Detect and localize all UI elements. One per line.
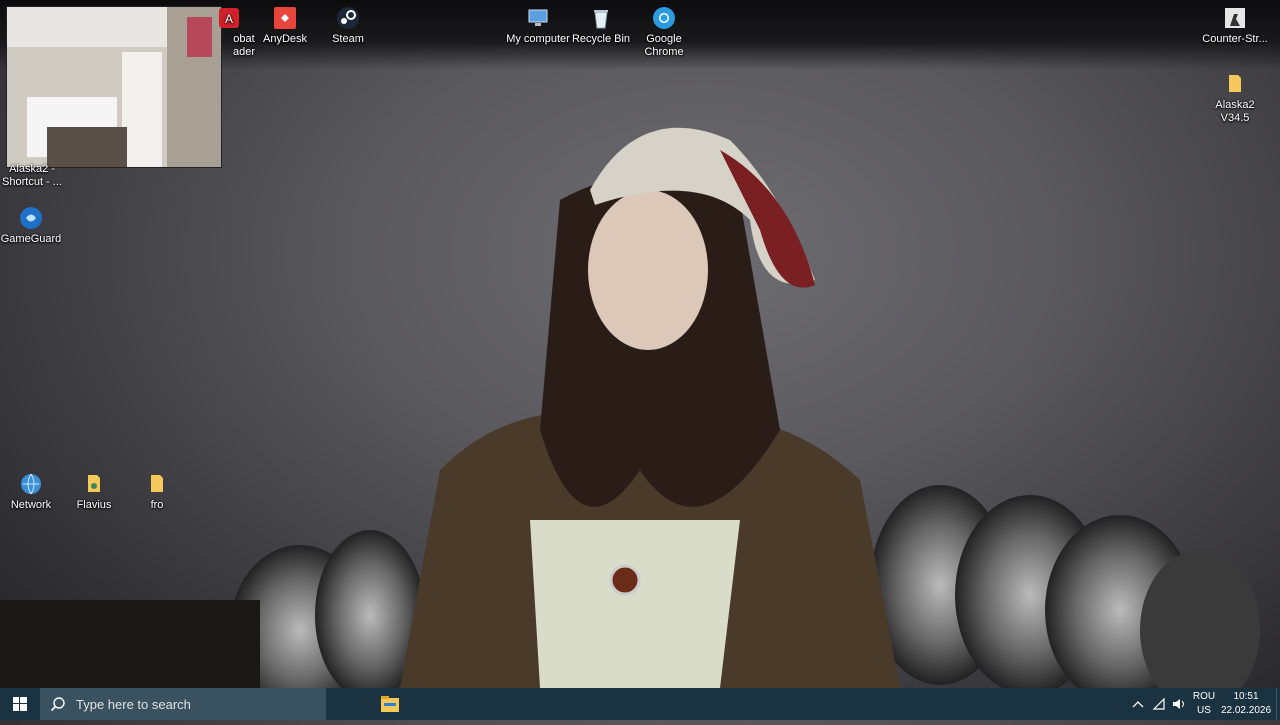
anydesk-label: AnyDesk (262, 33, 308, 45)
start-button[interactable] (0, 688, 40, 720)
flavius-label: Flavius (76, 499, 112, 511)
show-desktop-button[interactable] (1276, 688, 1280, 720)
tray-overflow[interactable] (1130, 688, 1146, 720)
taskbar: ROU US 10:51 22.02.2026 (0, 688, 1280, 720)
clock-time: 10:51 (1233, 691, 1259, 702)
language-code: ROU (1192, 691, 1216, 702)
network-shortcut[interactable]: Network (0, 472, 66, 512)
alaska2-folder[interactable]: Alaska2 V34.5 (1200, 72, 1270, 125)
search-icon (50, 696, 66, 712)
taskbar-search-box[interactable] (40, 688, 326, 720)
recycle-bin-label: Recycle Bin (571, 33, 631, 45)
clock-date: 22.02.2026 (1220, 705, 1272, 716)
svg-text:A: A (225, 12, 233, 26)
taskbar-file-explorer[interactable] (376, 688, 404, 720)
google-chrome-shortcut[interactable]: Google Chrome (629, 6, 699, 59)
fro-label: fro (150, 499, 164, 511)
recycle-bin-icon (589, 6, 613, 30)
chrome-icon (652, 6, 676, 30)
counter-strike-icon (1223, 6, 1247, 30)
alaska2-shortcut[interactable]: Alaska2 - Shortcut - ... (0, 163, 68, 189)
language-indicator[interactable]: ROU US (1190, 690, 1218, 718)
taskbar-clock[interactable]: 10:51 22.02.2026 (1218, 690, 1274, 718)
gameguard-shortcut[interactable]: GameGuard (0, 206, 66, 246)
steam-shortcut[interactable]: Steam (313, 6, 383, 46)
tray-volume[interactable] (1170, 688, 1188, 720)
tray-network[interactable] (1150, 688, 1168, 720)
google-chrome-label: Google Chrome (644, 33, 684, 58)
windows-logo-icon (13, 697, 27, 711)
keyboard-layout: US (1197, 705, 1211, 716)
user-folder-icon (82, 472, 106, 496)
counter-strike-label: Counter-Str... (1202, 33, 1268, 45)
anydesk-shortcut[interactable]: AnyDesk (250, 6, 320, 46)
gameguard-label: GameGuard (0, 233, 62, 245)
my-computer-label: My computer (506, 33, 570, 45)
my-computer-shortcut[interactable]: My computer (503, 6, 573, 46)
wifi-icon (1152, 697, 1165, 710)
flavius-folder[interactable]: Flavius (59, 472, 129, 512)
folder-icon (1223, 72, 1247, 96)
anydesk-icon (273, 6, 297, 30)
webcam-overlay (6, 6, 222, 168)
chevron-up-icon (1132, 701, 1144, 708)
alaska2-shortcut-label: Alaska2 - Shortcut - ... (2, 163, 62, 188)
fro-folder[interactable]: fro (122, 472, 192, 512)
steam-icon (336, 6, 360, 30)
folder-icon (145, 472, 169, 496)
search-input[interactable] (74, 695, 308, 713)
network-label: Network (10, 499, 52, 511)
volume-icon (1173, 699, 1184, 709)
file-explorer-icon (381, 696, 399, 712)
alaska2-folder-label: Alaska2 V34.5 (1215, 99, 1255, 124)
steam-label: Steam (332, 33, 364, 45)
gameguard-icon (19, 206, 43, 230)
counter-strike-shortcut[interactable]: Counter-Str... (1200, 6, 1270, 46)
computer-icon (526, 6, 550, 30)
recycle-bin-shortcut[interactable]: Recycle Bin (566, 6, 636, 46)
acrobat-icon: A (217, 6, 241, 30)
network-icon (19, 472, 43, 496)
